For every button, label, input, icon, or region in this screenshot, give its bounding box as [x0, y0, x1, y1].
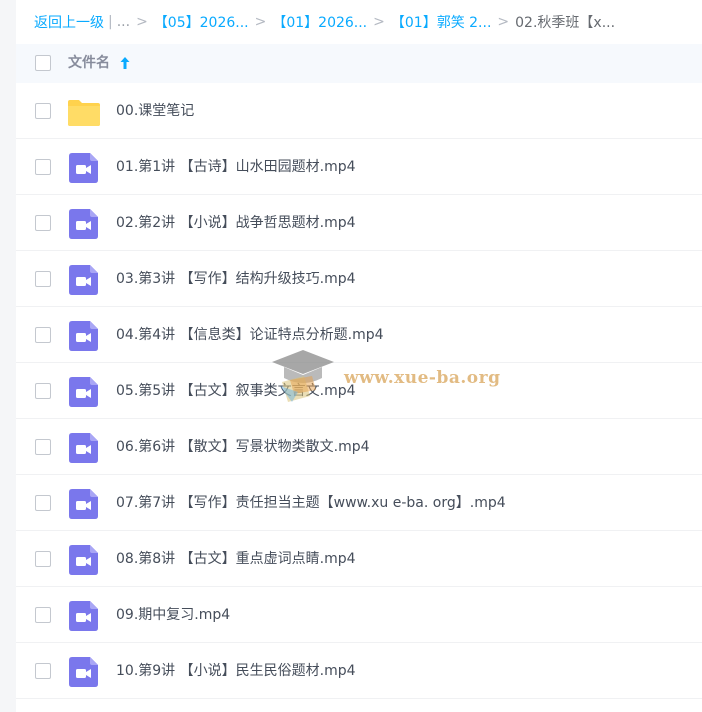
list-item[interactable]: 02.第2讲 【小说】战争哲思题材.mp4	[16, 195, 702, 251]
row-checkbox[interactable]	[35, 103, 51, 119]
back-link[interactable]: 返回上一级	[34, 12, 104, 32]
video-file-icon	[69, 657, 98, 687]
list-item[interactable]: 04.第4讲 【信息类】论证特点分析题.mp4	[16, 307, 702, 363]
video-file-icon	[69, 433, 98, 463]
file-name[interactable]: 07.第7讲 【写作】责任担当主题【www.xu e-ba. org】.mp4	[116, 475, 506, 531]
video-file-icon	[69, 321, 98, 351]
video-file-icon	[69, 489, 98, 519]
arrow-up-icon[interactable]	[119, 56, 131, 70]
row-checkbox[interactable]	[35, 439, 51, 455]
file-list: 00.课堂笔记 01.第1讲 【古诗】山水田园题材.mp4 02.第2讲 【小说…	[16, 83, 702, 699]
video-file-icon	[69, 601, 98, 631]
breadcrumb-separator: >	[497, 14, 510, 30]
breadcrumb-current: 02.秋季班【x...	[515, 15, 616, 31]
video-file-icon	[69, 377, 98, 407]
file-name[interactable]: 10.第9讲 【小说】民生民俗题材.mp4	[116, 643, 356, 699]
video-file-icon	[69, 209, 98, 239]
row-checkbox[interactable]	[35, 495, 51, 511]
list-item[interactable]: 01.第1讲 【古诗】山水田园题材.mp4	[16, 139, 702, 195]
list-item[interactable]: 08.第8讲 【古文】重点虚词点睛.mp4	[16, 531, 702, 587]
file-name[interactable]: 05.第5讲 【古文】叙事类文言文.mp4	[116, 363, 356, 419]
left-gutter	[0, 0, 16, 712]
breadcrumb-divider: |	[108, 14, 113, 30]
select-all-checkbox[interactable]	[35, 55, 51, 71]
row-checkbox[interactable]	[35, 383, 51, 399]
row-checkbox[interactable]	[35, 159, 51, 175]
folder-icon	[68, 100, 100, 126]
breadcrumb-item[interactable]: 【01】2026...	[272, 12, 367, 32]
list-item[interactable]: 10.第9讲 【小说】民生民俗题材.mp4	[16, 643, 702, 699]
breadcrumb-item[interactable]: 【01】郭笑 2...	[391, 12, 492, 32]
file-name[interactable]: 00.课堂笔记	[116, 83, 194, 139]
row-checkbox[interactable]	[35, 215, 51, 231]
file-name[interactable]: 09.期中复习.mp4	[116, 587, 230, 643]
file-name[interactable]: 08.第8讲 【古文】重点虚词点睛.mp4	[116, 531, 356, 587]
file-name[interactable]: 02.第2讲 【小说】战争哲思题材.mp4	[116, 195, 356, 251]
list-item[interactable]: 06.第6讲 【散文】写景状物类散文.mp4	[16, 419, 702, 475]
row-checkbox[interactable]	[35, 663, 51, 679]
file-name[interactable]: 04.第4讲 【信息类】论证特点分析题.mp4	[116, 307, 384, 363]
breadcrumb-ellipsis[interactable]: ...	[117, 14, 130, 30]
video-file-icon	[69, 265, 98, 295]
breadcrumb: 返回上一级 | ... > 【05】2026... > 【01】2026... …	[16, 0, 702, 44]
file-name[interactable]: 06.第6讲 【散文】写景状物类散文.mp4	[116, 419, 370, 475]
video-file-icon	[69, 153, 98, 183]
file-list-header: 文件名	[16, 44, 702, 83]
breadcrumb-separator: >	[373, 14, 385, 30]
list-item[interactable]: 07.第7讲 【写作】责任担当主题【www.xu e-ba. org】.mp4	[16, 475, 702, 531]
column-header-filename[interactable]: 文件名	[68, 44, 110, 83]
row-checkbox[interactable]	[35, 327, 51, 343]
list-item[interactable]: 09.期中复习.mp4	[16, 587, 702, 643]
row-checkbox[interactable]	[35, 271, 51, 287]
video-file-icon	[69, 545, 98, 575]
breadcrumb-separator: >	[254, 14, 267, 30]
breadcrumb-separator: >	[136, 14, 148, 30]
list-item[interactable]: 05.第5讲 【古文】叙事类文言文.mp4	[16, 363, 702, 419]
file-name[interactable]: 03.第3讲 【写作】结构升级技巧.mp4	[116, 251, 356, 307]
breadcrumb-item[interactable]: 【05】2026...	[154, 12, 249, 32]
row-checkbox[interactable]	[35, 551, 51, 567]
list-item[interactable]: 00.课堂笔记	[16, 83, 702, 139]
file-name[interactable]: 01.第1讲 【古诗】山水田园题材.mp4	[116, 139, 356, 195]
row-checkbox[interactable]	[35, 607, 51, 623]
list-item[interactable]: 03.第3讲 【写作】结构升级技巧.mp4	[16, 251, 702, 307]
